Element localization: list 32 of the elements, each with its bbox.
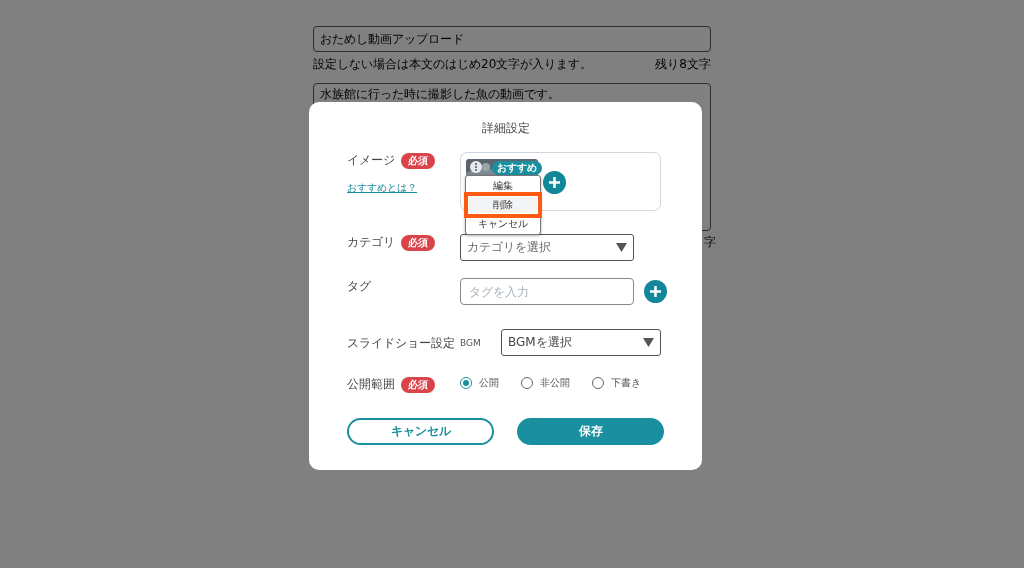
- required-badge: 必須: [401, 152, 435, 169]
- tag-label: タグ: [347, 278, 372, 295]
- visibility-label: 公開範囲: [347, 376, 395, 393]
- menu-item[interactable]: 編集: [466, 178, 540, 194]
- title-hint: 設定しない場合は本文のはじめ20文字が入ります。: [313, 56, 593, 73]
- slideshow-label: スライドショー設定: [347, 335, 456, 352]
- body-counter: 字: [704, 234, 716, 251]
- tag-input[interactable]: タグを入力: [460, 278, 634, 305]
- visibility-option[interactable]: 非公開: [521, 376, 570, 390]
- remaining-count: 残り8文字: [655, 56, 711, 73]
- image-label: イメージ: [347, 152, 395, 169]
- plus-icon: [649, 285, 662, 298]
- caret-icon: [616, 243, 627, 252]
- bgm-label: BGM: [460, 337, 482, 348]
- plus-icon: [548, 176, 561, 189]
- add-image-button[interactable]: [543, 171, 566, 194]
- recommended-badge: おすすめ: [492, 161, 542, 175]
- help-link[interactable]: おすすめとは？: [347, 181, 460, 195]
- kebab-icon[interactable]: [470, 161, 482, 173]
- required-badge: 必須: [401, 376, 435, 393]
- category-label: カテゴリ: [347, 234, 395, 251]
- visibility-option[interactable]: 下書き: [592, 376, 641, 390]
- required-badge: 必須: [401, 234, 435, 251]
- cancel-button[interactable]: キャンセル: [347, 418, 494, 445]
- bgm-select[interactable]: BGMを選択: [501, 329, 661, 356]
- add-tag-button[interactable]: [644, 280, 667, 303]
- title-field[interactable]: おためし動画アップロード: [313, 26, 711, 52]
- caret-icon: [643, 338, 654, 347]
- category-select[interactable]: カテゴリを選択: [460, 234, 634, 261]
- save-button[interactable]: 保存: [517, 418, 664, 445]
- dialog-title: 詳細設定: [480, 120, 531, 137]
- visibility-option[interactable]: 公開: [460, 376, 499, 390]
